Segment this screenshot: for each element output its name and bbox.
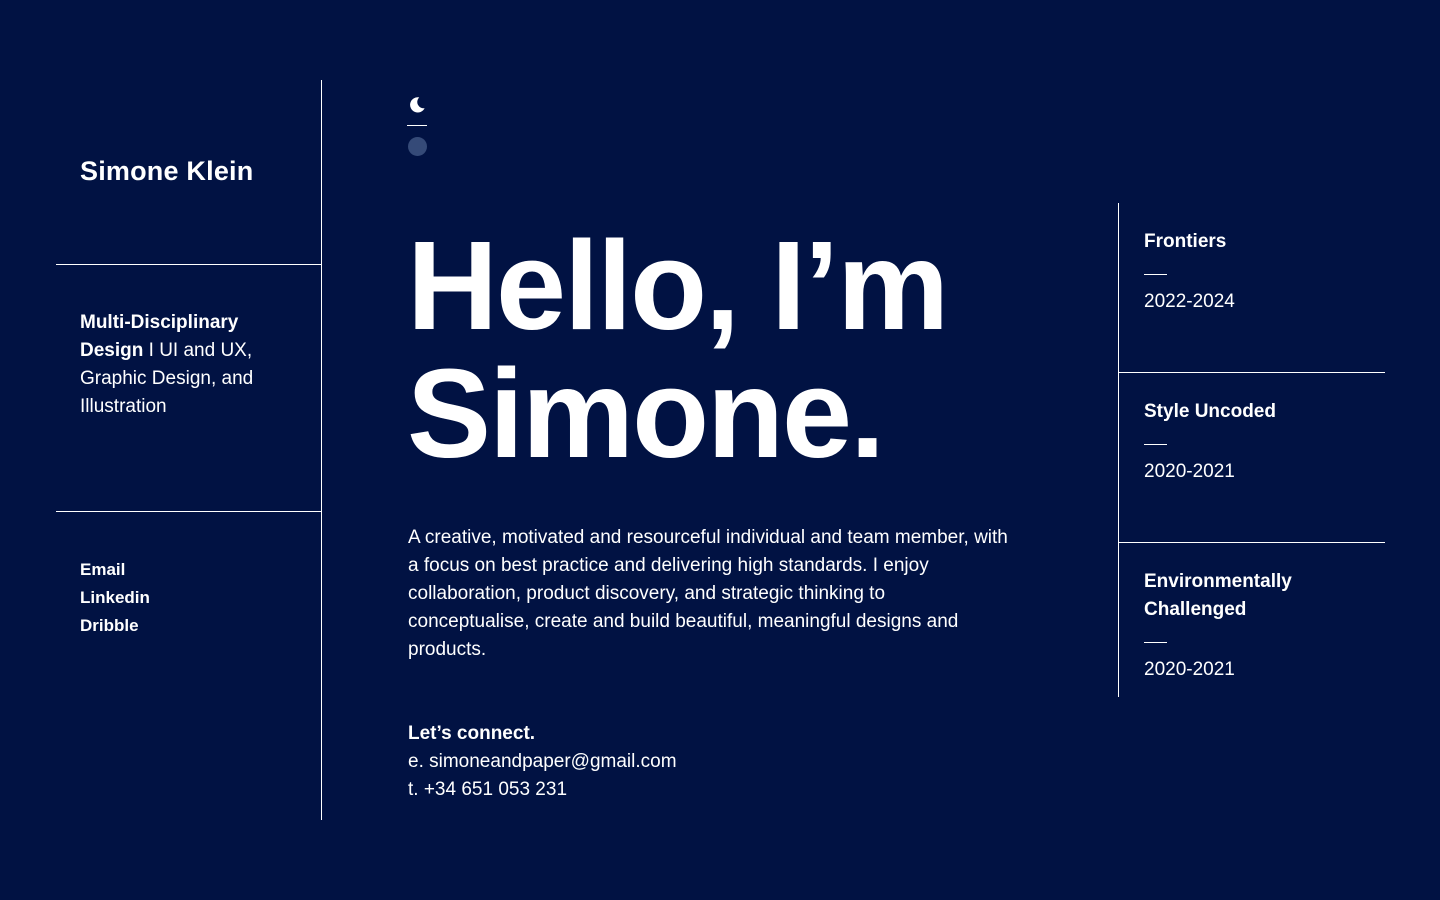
experience-years: 2020-2021: [1144, 461, 1235, 482]
theme-toggle[interactable]: [407, 94, 429, 158]
experience-list: Frontiers 2022-2024 Style Uncoded 2020-2…: [1118, 203, 1385, 697]
role-description: Multi-Disciplinary Design I UI and UX, G…: [80, 309, 300, 421]
links-section: Email Linkedin Dribble: [56, 512, 321, 820]
left-sidebar: Simone Klein Multi-Disciplinary Design I…: [56, 80, 322, 820]
connect-section: Let’s connect. e. simoneandpaper@gmail.c…: [408, 720, 677, 804]
social-links: Email Linkedin Dribble: [80, 556, 150, 640]
hero-title: Hello, I’m Simone.: [407, 215, 949, 484]
experience-years: 2020-2021: [1144, 659, 1235, 680]
role-section: Multi-Disciplinary Design I UI and UX, G…: [56, 265, 321, 512]
experience-dash: [1144, 642, 1167, 643]
dark-mode-dot[interactable]: [408, 137, 427, 156]
experience-dash: [1144, 274, 1167, 275]
dribble-link[interactable]: Dribble: [80, 612, 150, 640]
experience-item[interactable]: Style Uncoded 2020-2021: [1119, 373, 1385, 543]
experience-dash: [1144, 444, 1167, 445]
moon-icon[interactable]: [408, 96, 426, 114]
experience-item[interactable]: Environmentally Challenged 2020-2021: [1119, 543, 1385, 697]
linkedin-link[interactable]: Linkedin: [80, 584, 150, 612]
email-link[interactable]: Email: [80, 556, 150, 584]
role-separator: I: [143, 340, 160, 361]
portfolio-page: Simone Klein Multi-Disciplinary Design I…: [0, 0, 1440, 900]
site-name[interactable]: Simone Klein: [80, 156, 253, 187]
experience-years: 2022-2024: [1144, 291, 1235, 312]
hero-line-2: Simone.: [407, 343, 885, 484]
toggle-underline: [407, 125, 427, 126]
intro-paragraph: A creative, motivated and resourceful in…: [408, 527, 1008, 660]
connect-heading: Let’s connect.: [408, 723, 536, 744]
phone-contact[interactable]: t. +34 651 053 231: [408, 776, 677, 804]
experience-title: Frontiers: [1144, 231, 1227, 252]
name-section: Simone Klein: [56, 80, 321, 265]
experience-title: Style Uncoded: [1144, 401, 1276, 422]
email-contact[interactable]: e. simoneandpaper@gmail.com: [408, 748, 677, 776]
hero-line-1: Hello, I’m: [407, 215, 949, 356]
experience-item[interactable]: Frontiers 2022-2024: [1119, 203, 1385, 373]
experience-title: Environmentally Challenged: [1144, 571, 1292, 620]
